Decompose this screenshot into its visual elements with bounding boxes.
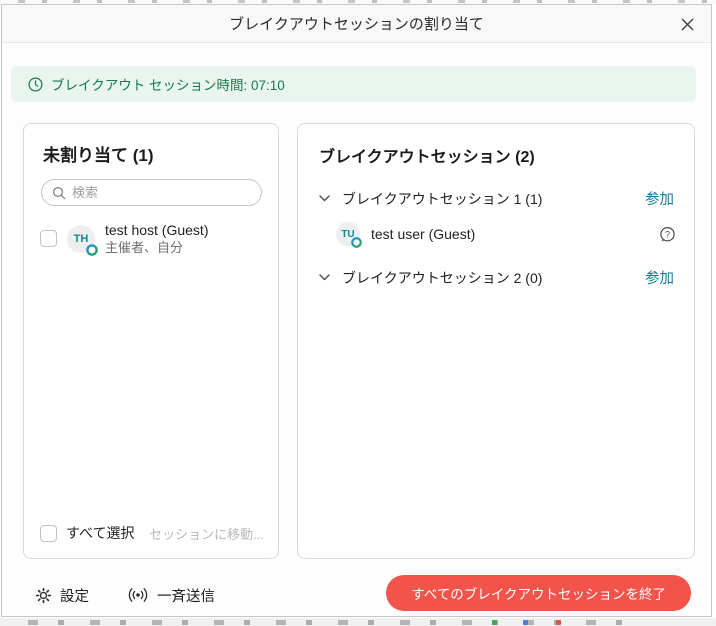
clock-icon	[28, 77, 43, 92]
chevron-down-icon[interactable]	[319, 274, 330, 281]
session-label: ブレイクアウトセッション 1 (1)	[342, 189, 542, 209]
list-item-session-participant[interactable]: TU test user (Guest) ?	[336, 222, 676, 246]
breakout-assignment-dialog: ブレイクアウトセッションの割り当て ブレイクアウト セッション時間: 07:10…	[1, 4, 712, 617]
screen: ブレイクアウトセッションの割り当て ブレイクアウト セッション時間: 07:10…	[0, 0, 716, 626]
session-row-1[interactable]: ブレイクアウトセッション 1 (1) 参加	[319, 188, 674, 209]
status-badge	[86, 244, 98, 256]
dialog-footer: 設定 一斉送信	[35, 577, 215, 613]
svg-text:?: ?	[665, 229, 670, 239]
background-window-edge-bottom	[0, 618, 716, 626]
broadcast-icon	[127, 587, 149, 603]
search-box[interactable]	[41, 179, 262, 206]
participant-checkbox[interactable]	[40, 230, 57, 247]
status-badge	[351, 237, 363, 249]
avatar: TU	[336, 222, 360, 246]
move-to-session-button[interactable]: セッションに移動...	[149, 524, 264, 543]
help-request-icon: ?	[659, 226, 676, 243]
unassigned-panel-title: 未割り当て (1)	[24, 124, 278, 166]
settings-label: 設定	[60, 585, 89, 606]
chevron-down-icon[interactable]	[319, 195, 330, 202]
session-timer-text: ブレイクアウト セッション時間: 07:10	[51, 74, 285, 94]
participant-name: test user (Guest)	[371, 226, 475, 242]
dialog-title-bar: ブレイクアウトセッションの割り当て	[2, 5, 711, 43]
close-icon[interactable]	[677, 14, 697, 34]
session-label: ブレイクアウトセッション 2 (0)	[342, 268, 542, 288]
settings-button[interactable]: 設定	[35, 585, 89, 606]
dialog-title: ブレイクアウトセッションの割り当て	[229, 13, 484, 34]
broadcast-button[interactable]: 一斉送信	[127, 585, 215, 606]
join-session-1-button[interactable]: 参加	[645, 188, 674, 209]
join-session-2-button[interactable]: 参加	[645, 267, 674, 288]
search-icon	[52, 186, 66, 200]
unassigned-panel-footer: すべて選択 セッションに移動...	[24, 510, 278, 558]
broadcast-label: 一斉送信	[157, 585, 215, 606]
end-all-breakout-sessions-button[interactable]: すべてのブレイクアウトセッションを終了	[386, 575, 691, 611]
participant-name: test host (Guest)	[105, 221, 208, 239]
search-input[interactable]	[72, 185, 251, 200]
gear-icon	[35, 587, 52, 604]
sessions-panel-title: ブレイクアウトセッション (2)	[298, 124, 694, 167]
session-row-2[interactable]: ブレイクアウトセッション 2 (0) 参加	[319, 267, 674, 288]
select-all-label: すべて選択	[66, 523, 134, 543]
avatar: TH	[67, 225, 95, 253]
select-all-checkbox[interactable]	[40, 525, 57, 542]
list-item-unassigned-participant[interactable]: TH test host (Guest) 主催者、自分	[40, 221, 264, 256]
sessions-panel: ブレイクアウトセッション (2) ブレイクアウトセッション 1 (1) 参加 T…	[297, 123, 695, 559]
participant-role: 主催者、自分	[105, 239, 208, 256]
unassigned-panel: 未割り当て (1) TH	[23, 123, 279, 559]
session-timer-banner: ブレイクアウト セッション時間: 07:10	[11, 66, 696, 102]
